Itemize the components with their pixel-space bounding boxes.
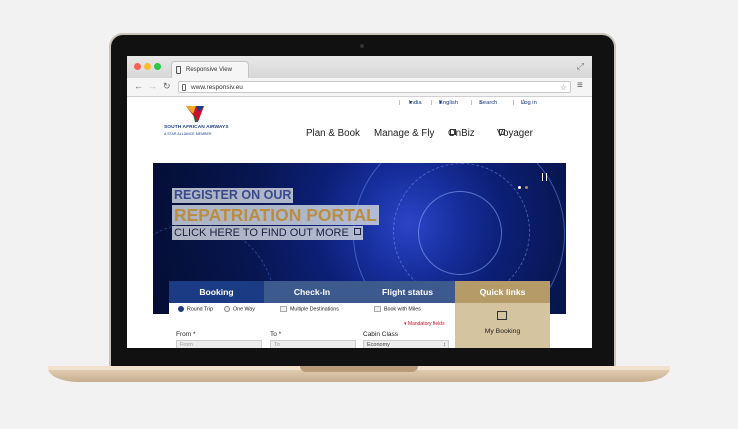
browser-window: Responsive View ⤢ ← → ↻ www.responsiv.eu… [127,56,592,348]
multiple-destinations-checkbox[interactable]: Multiple Destinations [280,306,339,312]
divider: | [471,100,473,106]
hero-line-1: REGISTER ON OUR [172,188,294,203]
tab-title: Responsive View [186,67,232,73]
tab-quick-links[interactable]: Quick links [455,281,550,303]
close-window-icon[interactable] [134,63,141,70]
hero-cta-label: CLICK HERE TO FIND OUT MORE [174,227,349,239]
tab-flight-status[interactable]: Flight status [360,281,455,303]
checkbox-icon [280,306,287,312]
tab-booking[interactable]: Booking [169,281,264,303]
to-label-text: To [270,331,277,338]
mandatory-fields-note: ▾ Mandatory fields [404,321,445,327]
radio-icon [224,306,230,312]
pause-icon[interactable] [542,173,547,181]
booking-form: Round Trip One Way Multiple Destinations… [169,303,455,348]
external-link-icon [450,129,456,135]
maximize-window-icon[interactable] [154,63,161,70]
address-bar[interactable]: www.responsiv.eu ☆ [178,81,571,93]
one-way-label: One Way [233,306,255,313]
mandatory-label: Mandatory fields [407,321,445,327]
external-link-icon [353,228,361,235]
carousel-dot[interactable] [518,186,521,189]
cabin-class-select[interactable]: Economy ↕ [363,340,449,348]
back-arrow-icon[interactable]: ← [134,81,143,92]
minimize-window-icon[interactable] [144,63,151,70]
cabin-class-label: Cabin Class [363,331,399,338]
divider: | [431,100,433,106]
radio-selected-icon [178,306,184,312]
website-content: SOUTH AFRICAN AIRWAYS A STAR ALLIANCE ME… [127,97,592,348]
device-icon [176,66,181,74]
to-label: To * [270,331,282,338]
from-label-text: From [176,331,192,338]
chevron-updown-icon: ↕ [443,342,446,348]
nav-plan-book[interactable]: Plan & Book [306,128,360,139]
my-booking-link[interactable]: My Booking [455,328,550,335]
multiple-destinations-label: Multiple Destinations [290,306,339,313]
camera-icon [360,44,364,48]
quick-links-panel: My Booking [455,303,550,348]
hero-cta-link[interactable]: CLICK HERE TO FIND OUT MORE [172,226,363,240]
url-text: www.responsiv.eu [191,84,243,91]
carousel-indicators [518,176,532,194]
nav-manage-fly[interactable]: Manage & Fly [374,128,434,139]
carousel-dot-active[interactable] [525,186,528,189]
book-with-miles-checkbox[interactable]: Book with Miles [374,306,421,312]
one-way-radio[interactable]: One Way [224,306,255,312]
round-trip-label: Round Trip [187,306,213,313]
laptop-notch [300,366,418,372]
browser-toolbar: ← → ↻ www.responsiv.eu ☆ ≡ [127,78,592,97]
login-label: Log in [521,100,537,106]
country-label: India [409,100,422,106]
checkbox-icon [374,306,381,312]
reload-icon[interactable]: ↻ [163,81,171,92]
divider: | [513,100,515,106]
fullscreen-icon[interactable]: ⤢ [577,61,584,72]
decorative-pattern [418,191,502,275]
nav-onbiz[interactable]: OnBiz [448,128,475,139]
from-input[interactable]: From [176,340,262,348]
cabin-class-value: Economy [367,342,390,348]
search-label: Search [479,100,498,106]
hero-line-2: REPATRIATION PORTAL [172,205,379,225]
saa-logo[interactable]: SOUTH AFRICAN AIRWAYS A STAR ALLIANCE ME… [164,102,234,142]
brand-tagline: A STAR ALLIANCE MEMBER [164,132,212,136]
forward-arrow-icon[interactable]: → [148,81,157,92]
page-icon [182,84,186,91]
external-link-icon [499,129,505,135]
to-input[interactable]: To [270,340,356,348]
from-label: From * [176,331,196,338]
divider: | [399,100,401,106]
browser-tab[interactable]: Responsive View [171,61,249,78]
language-selector[interactable]: English ▾ [439,100,458,106]
browser-titlebar: Responsive View ⤢ [127,56,592,78]
round-trip-radio[interactable]: Round Trip [178,306,213,312]
nav-voyager[interactable]: Voyager [497,128,533,139]
tab-check-in[interactable]: Check-In [264,281,360,303]
country-selector[interactable]: India ▾ [409,100,422,106]
book-with-miles-label: Book with Miles [384,306,421,313]
saa-logo-icon [186,106,204,122]
brand-name: SOUTH AFRICAN AIRWAYS [164,125,229,130]
browser-menu-icon[interactable]: ≡ [577,80,583,91]
bookmark-star-icon[interactable]: ☆ [560,82,567,94]
language-label: English [439,100,459,106]
booking-icon [497,311,507,320]
